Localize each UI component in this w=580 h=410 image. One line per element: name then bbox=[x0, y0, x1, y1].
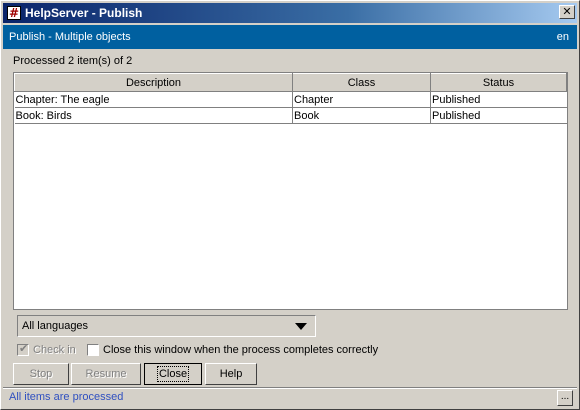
cell-status: Published bbox=[430, 91, 567, 108]
column-header-class[interactable]: Class bbox=[292, 73, 431, 92]
close-when-done-label[interactable]: Close this window when the process compl… bbox=[103, 344, 378, 356]
checkmark-icon: ✔ bbox=[19, 342, 29, 355]
header-bar: Publish - Multiple objects en bbox=[3, 25, 577, 49]
status-details-button[interactable]: ... bbox=[557, 390, 573, 406]
title-bar[interactable]: # HelpServer - Publish ✕ bbox=[3, 3, 577, 23]
cell-class: Chapter bbox=[292, 91, 431, 108]
stop-button: Stop bbox=[13, 363, 69, 385]
language-select[interactable]: All languages bbox=[17, 315, 316, 337]
dropdown-arrow-icon[interactable] bbox=[295, 323, 307, 330]
cell-class: Book bbox=[292, 107, 431, 124]
close-button[interactable]: Close bbox=[144, 363, 202, 385]
progress-text: Processed 2 item(s) of 2 bbox=[13, 55, 133, 67]
check-in-checkbox: ✔ Check in bbox=[17, 342, 79, 357]
publish-window: # HelpServer - Publish ✕ Publish - Multi… bbox=[0, 0, 580, 410]
language-select-value: All languages bbox=[22, 320, 89, 332]
header-title: Publish - Multiple objects bbox=[9, 31, 131, 43]
cell-description: Chapter: The eagle bbox=[14, 91, 293, 108]
close-when-done-checkbox[interactable]: Close this window when the process compl… bbox=[87, 343, 387, 357]
cell-status: Published bbox=[430, 107, 567, 124]
status-text: All items are processed bbox=[9, 391, 124, 403]
app-icon: # bbox=[7, 6, 21, 20]
close-window-button[interactable]: ✕ bbox=[559, 5, 575, 19]
table-row[interactable]: Book: Birds Book Published bbox=[14, 107, 567, 124]
close-icon: ✕ bbox=[562, 5, 572, 18]
resume-button: Resume bbox=[71, 363, 141, 385]
check-in-label: Check in bbox=[33, 344, 76, 356]
help-button[interactable]: Help bbox=[205, 363, 257, 385]
column-header-status[interactable]: Status bbox=[430, 73, 567, 92]
table-row[interactable]: Chapter: The eagle Chapter Published bbox=[14, 91, 567, 108]
results-table[interactable]: Description Class Status Chapter: The ea… bbox=[13, 72, 568, 310]
check-in-box: ✔ bbox=[17, 342, 29, 356]
column-header-description[interactable]: Description bbox=[14, 73, 293, 92]
cell-description: Book: Birds bbox=[14, 107, 293, 124]
window-title: HelpServer - Publish bbox=[25, 6, 143, 20]
ellipsis-icon: ... bbox=[560, 391, 570, 402]
close-when-done-box[interactable] bbox=[87, 344, 99, 356]
status-divider bbox=[3, 387, 577, 389]
header-language: en bbox=[556, 31, 569, 43]
